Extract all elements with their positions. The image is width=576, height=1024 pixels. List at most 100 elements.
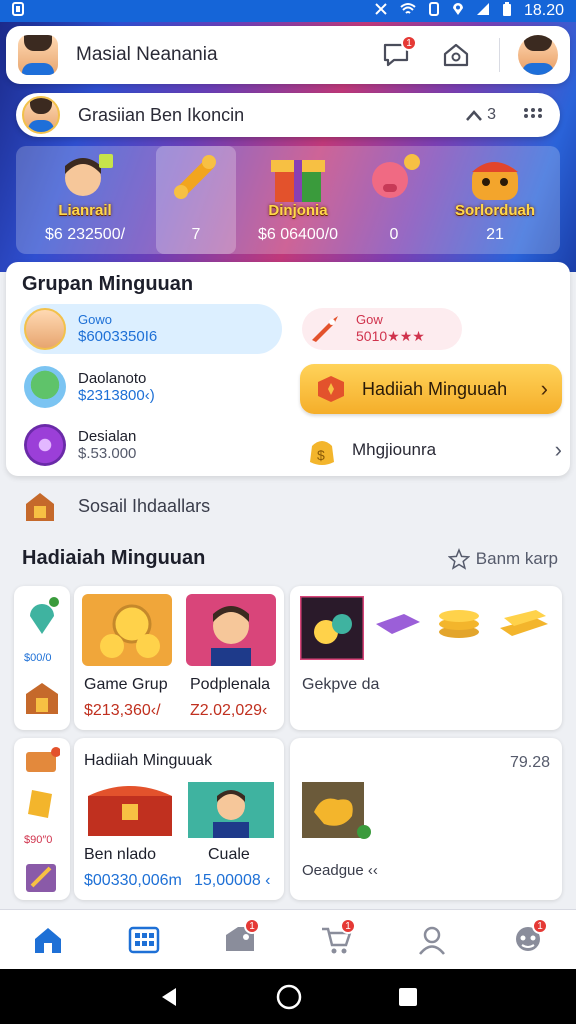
carousel-item[interactable]: 7 [156,146,236,254]
weekly-group-card: Grupan Minguuan Gowo $6003350I6 Daolanot… [6,262,570,476]
weekly-tile[interactable]: Hadiiah Minguuak Ben nlado $00330,006m C… [74,738,284,900]
home-circle-icon[interactable] [276,984,302,1010]
social-section[interactable]: Sosail Ihdaallars [22,488,210,524]
tile-value: $00330,006m [84,872,182,889]
system-navigation-bar [0,969,576,1024]
app-title: Masial Neanania [76,44,218,65]
profile-score: 3 [487,106,496,123]
coins-icon [82,594,172,666]
location-icon [452,2,464,20]
member-name: Daolanoto [78,369,147,387]
member-avatar [24,366,66,408]
tile-label: Gekpve da [302,676,380,693]
nav-tag[interactable]: 1 [192,910,288,969]
treasure-icon [300,596,364,660]
top-app-bar: Masial Neanania 1 [6,26,570,84]
vibrate-icon [428,2,440,20]
ticket-icon [26,747,60,772]
up-arrows-icon [466,110,483,121]
tile-value: 15,00008 ‹ [194,872,271,889]
gold-nugget-icon [302,782,371,839]
mini-tile[interactable]: $90″0 [14,738,70,900]
tile-label: Ben nlado [84,846,157,863]
nav-friends[interactable]: 1 [480,910,576,969]
chevron-right-icon: › [554,437,562,462]
home-settings-button[interactable] [439,38,473,72]
nav-badge: 1 [244,918,260,934]
nav-home[interactable] [0,910,96,969]
clock: 18.20 [523,2,564,19]
carousel-item[interactable]: Sorlorduah 21 [430,146,560,254]
character-card-icon [186,594,276,666]
mini-tile[interactable]: $00/0 [14,586,70,730]
tile-value: Z2.02,029‹ [190,702,268,719]
profile-avatar [22,96,60,134]
secondary-item-label: Mhgjiounra [352,440,437,459]
pencil-icon [26,864,56,892]
reward-value: 5010★★★ [356,328,425,345]
more-icon[interactable] [522,106,544,125]
reward-name: Gow [356,312,383,328]
group-member[interactable]: Gowo $6003350I6 [20,304,282,354]
tile-label: Cuale [208,846,250,863]
game-carousel: Lianrail $6 232500/ 7 Dinjonia $6 06400/… [16,146,560,254]
back-icon[interactable] [158,986,180,1008]
tile-label: Podplenala [190,676,271,693]
avatar[interactable] [18,35,58,75]
battery-icon [502,2,512,20]
gold-bars-icon [500,610,548,636]
signal-off-icon [374,2,388,20]
member-name: Desialan [78,427,137,445]
storage-icon [12,2,24,20]
bottom-navigation: 1 1 1 [0,909,576,969]
group-member[interactable]: Daolanoto $2313800‹) [20,362,282,412]
member-name: Gowo [78,311,112,327]
carousel-value: $6 06400/0 [257,226,339,243]
bone-icon [174,155,216,199]
coin-stack-icon [439,610,479,638]
mini-value: $00/0 [24,652,52,664]
profile-name: Grasiian Ben Ikoncin [78,104,245,125]
nav-cart[interactable]: 1 [288,910,384,969]
nav-profile[interactable] [384,910,480,969]
mini-value: $90″0 [24,834,53,846]
member-value: $6003350I6 [78,327,158,345]
friend-avatar[interactable] [518,35,558,75]
carousel-item[interactable]: Dinjonia $6 06400/0 [238,146,358,254]
weekly-tile[interactable]: Gekpve da [290,586,562,730]
carousel-item[interactable]: Lianrail $6 232500/ [16,146,154,254]
cell-signal-icon [476,2,490,20]
badge-icon [318,376,344,402]
pig-icon [372,154,420,198]
member-avatar [24,308,66,350]
divider [499,38,500,72]
group-member[interactable]: Desialan $.53.000 [20,420,282,470]
house-icon [443,43,469,67]
toast-character-icon [472,162,518,200]
reward-item[interactable]: Gow 5010★★★ [302,308,462,350]
carousel-value: 7 [191,226,201,243]
secondary-item[interactable]: $ Mhgjiounra › [304,430,562,470]
map-pin-icon [30,597,59,634]
nav-grid[interactable] [96,910,192,969]
status-bar: 18.20 [0,0,576,22]
wifi-icon [400,2,416,20]
profile-bar[interactable]: Grasiian Ben Ikoncin 3 [16,93,560,137]
see-all-link[interactable]: Banm karp [447,548,558,570]
weekly-reward-button[interactable]: Hadiiah Minguuah › [300,364,562,414]
carousel-label: Dinjonia [268,202,328,219]
score-indicator: 3 [465,106,496,124]
character-card-icon [188,782,274,838]
carousel-item[interactable]: 0 [360,146,428,254]
social-label: Sosail Ihdaallars [78,495,211,516]
weekly-tile[interactable]: Game Grup $213,360‹/ Podplenala Z2.02,02… [74,586,284,730]
rocket-icon [312,316,338,342]
weekly-tile[interactable]: 79.28 Oeadgue ‹‹ [290,738,562,900]
recents-icon[interactable] [398,987,418,1007]
messages-button[interactable]: 1 [379,35,417,72]
house-gift-icon [26,493,54,521]
star-icon [447,548,470,570]
see-all-label: Banm karp [475,549,558,568]
message-badge: 1 [401,35,417,51]
person-icon [419,926,445,955]
